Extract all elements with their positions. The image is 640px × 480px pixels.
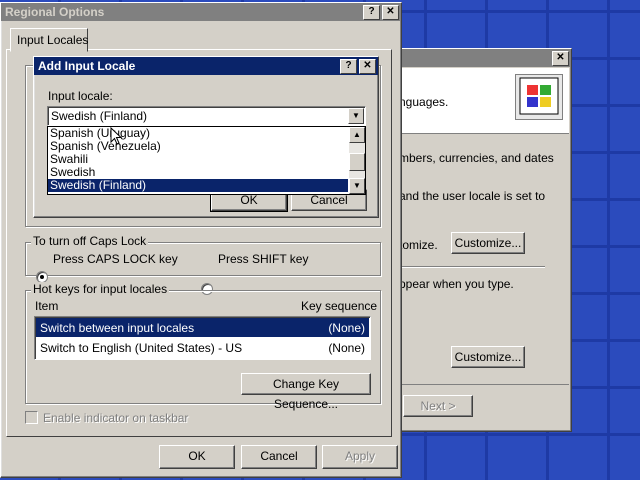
scroll-up-icon[interactable]: ▲	[349, 127, 365, 143]
input-locale-label: Input locale:	[48, 89, 113, 103]
input-locale-select[interactable]: Swedish (Finland) ▼	[47, 106, 366, 126]
hotkey-key: (None)	[328, 321, 365, 335]
chevron-down-icon[interactable]: ▼	[348, 108, 364, 124]
header-divider	[389, 133, 569, 134]
input-locale-dropdown: Spanish (Uruguay) Spanish (Venezuela) Sw…	[47, 126, 366, 195]
list-item-selected[interactable]: Swedish (Finland)	[48, 179, 348, 192]
indicator-label: Enable indicator on taskbar	[43, 411, 189, 425]
ok-button[interactable]: OK	[159, 445, 235, 469]
radio-caps-label: Press CAPS LOCK key	[53, 252, 178, 266]
change-key-sequence-button[interactable]: Change Key Sequence...	[241, 373, 371, 411]
tab-input-locales[interactable]: Input Locales	[10, 28, 88, 52]
windows-logo-icon	[515, 74, 563, 120]
scroll-thumb[interactable]	[349, 153, 365, 171]
column-item: Item	[35, 299, 59, 313]
hotkey-key: (None)	[328, 341, 365, 355]
hotkey-row[interactable]: Switch to English (United States) - US (…	[36, 338, 369, 357]
text-user-locale: and the user locale is set to	[399, 189, 546, 203]
hotkeys-label: Hot keys for input locales	[31, 282, 170, 296]
dialog-title: Add Input Locale	[38, 59, 136, 73]
hotkey-row[interactable]: Switch between input locales (None)	[36, 318, 369, 337]
close-button[interactable]: ✕	[382, 4, 399, 20]
hotkey-item: Switch between input locales	[40, 321, 195, 335]
indicator-checkbox[interactable]	[25, 411, 38, 424]
customize-button-2[interactable]: Customize...	[451, 346, 525, 368]
apply-button[interactable]: Apply	[322, 445, 398, 469]
text-languages: nguages.	[399, 95, 449, 109]
column-key-sequence: Key sequence	[301, 299, 378, 313]
dropdown-scrollbar[interactable]: ▲ ▼	[349, 127, 365, 194]
hotkeys-list: Switch between input locales (None) Swit…	[34, 316, 371, 360]
help-button[interactable]: ?	[363, 4, 380, 20]
text-customize: tomize.	[399, 238, 438, 252]
background-titlebar: ✕	[389, 49, 571, 67]
select-value: Swedish (Finland)	[51, 109, 148, 123]
caps-lock-label: To turn off Caps Lock	[31, 234, 149, 248]
cancel-button[interactable]: Cancel	[241, 445, 317, 469]
dialog-titlebar: Add Input Locale ? ✕	[34, 57, 378, 75]
tab-label: Input Locales	[17, 33, 89, 47]
dialog-help-button[interactable]: ?	[340, 58, 357, 74]
dialog-close-button[interactable]: ✕	[359, 58, 376, 74]
customize-button-1[interactable]: Customize...	[451, 232, 525, 254]
background-wizard-window: ✕ nguages. mbers, currencies, and dates …	[388, 48, 572, 432]
wizard-divider	[399, 266, 545, 267]
add-input-locale-dialog: Add Input Locale ? ✕ Input locale: OK Ca…	[33, 56, 379, 218]
footer-divider	[389, 384, 569, 385]
hotkey-item: Switch to English (United States) - US	[40, 341, 243, 355]
radio-shift-label: Press SHIFT key	[218, 252, 309, 266]
background-close-button[interactable]: ✕	[552, 50, 569, 66]
list-item[interactable]: Spanish (Venezuela)	[48, 140, 348, 153]
mouse-cursor-icon	[110, 127, 123, 145]
scroll-down-icon[interactable]: ▼	[349, 178, 365, 194]
next-button[interactable]: Next >	[403, 395, 473, 417]
window-title: Regional Options	[5, 5, 105, 19]
regional-titlebar: Regional Options ? ✕	[1, 3, 401, 21]
text-numbers: mbers, currencies, and dates	[399, 151, 554, 165]
text-appear: ppear when you type.	[399, 277, 514, 291]
